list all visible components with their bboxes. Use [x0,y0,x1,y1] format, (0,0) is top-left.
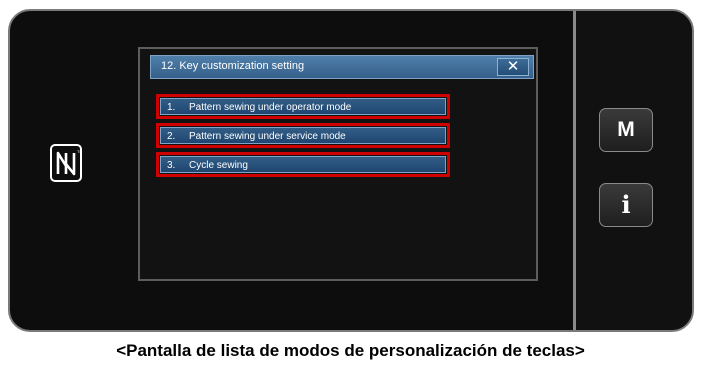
figure-caption: <Pantalla de lista de modos de personali… [116,341,585,360]
list-item-body: 2. Pattern sewing under service mode [160,127,446,144]
device-panel: TM 12. Key customization setting ✕ 1. Pa… [8,9,694,332]
screen-bezel: TM 12. Key customization setting ✕ 1. Pa… [10,11,573,330]
lcd-screen: 12. Key customization setting ✕ 1. Patte… [138,47,538,281]
list-item-number: 2. [167,131,176,142]
button-panel: M i [576,11,692,330]
close-icon: ✕ [506,58,520,75]
list-item-cycle-sewing[interactable]: 3. Cycle sewing [156,152,450,177]
list-item-body: 3. Cycle sewing [160,156,446,173]
info-button[interactable]: i [599,183,653,227]
close-button[interactable]: ✕ [497,58,529,76]
list-item-label: Cycle sewing [189,160,248,171]
dialog-title-bar: 12. Key customization setting ✕ [150,55,534,79]
nfc-icon: TM [50,144,82,182]
list-item-pattern-service[interactable]: 2. Pattern sewing under service mode [156,123,450,148]
list-item-number: 3. [167,160,176,171]
list-item-number: 1. [167,102,176,113]
svg-text:TM: TM [77,149,82,154]
mode-button[interactable]: M [599,108,653,152]
list-item-label: Pattern sewing under operator mode [189,102,352,113]
dialog-title: 12. Key customization setting [161,60,305,72]
list-item-pattern-operator[interactable]: 1. Pattern sewing under operator mode [156,94,450,119]
list-item-body: 1. Pattern sewing under operator mode [160,98,446,115]
list-item-label: Pattern sewing under service mode [189,131,346,142]
